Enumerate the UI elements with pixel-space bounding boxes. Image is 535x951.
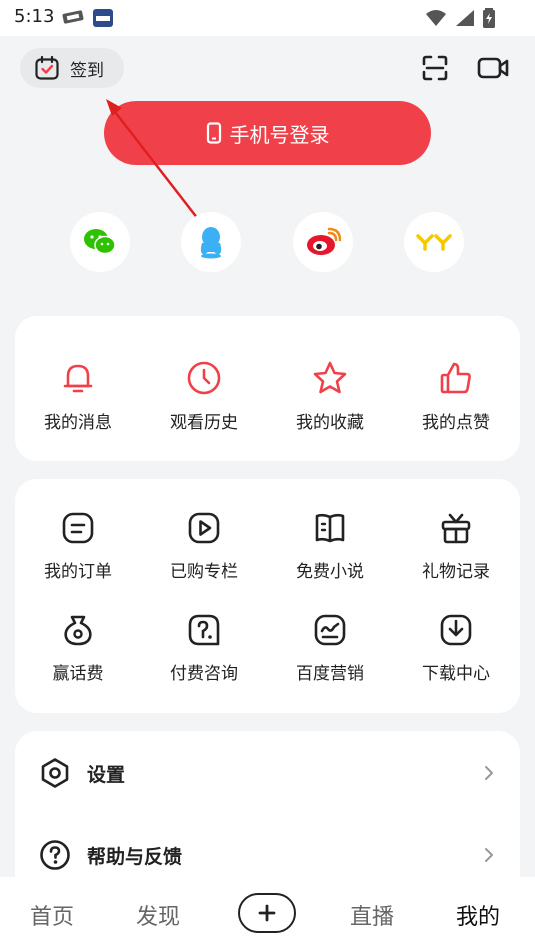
status-time: 5:13 xyxy=(14,6,55,27)
thumbs-up-icon xyxy=(440,362,471,394)
help-icon xyxy=(40,840,70,870)
my-likes-label: 我的点赞 xyxy=(422,413,490,433)
paid-consultation-label: 付费咨询 xyxy=(170,664,238,684)
weibo-login-button[interactable] xyxy=(293,212,353,272)
marketing-icon xyxy=(314,614,346,646)
star-icon xyxy=(313,361,347,394)
yy-icon xyxy=(416,234,452,251)
social-login-row xyxy=(0,212,535,272)
yy-login-button[interactable] xyxy=(404,212,464,272)
baidu-marketing-button[interactable]: 百度营销 xyxy=(267,613,393,684)
tab-mine[interactable]: 我的 xyxy=(456,899,500,931)
checkin-label: 签到 xyxy=(70,60,104,81)
watch-history-button[interactable]: 观看历史 xyxy=(141,360,267,433)
settings-icon xyxy=(41,758,69,788)
my-favorites-label: 我的收藏 xyxy=(296,413,364,433)
clock-icon xyxy=(187,361,221,395)
chevron-right-icon xyxy=(485,848,493,862)
purchased-columns-label: 已购专栏 xyxy=(170,562,238,582)
money-bag-icon xyxy=(64,615,92,646)
notification-ticket-icon xyxy=(62,10,84,24)
phone-login-button[interactable]: 手机号登录 xyxy=(104,101,431,165)
my-messages-label: 我的消息 xyxy=(44,413,112,433)
download-center-button[interactable]: 下载中心 xyxy=(393,613,519,684)
wechat-login-button[interactable] xyxy=(70,212,130,272)
win-phone-credit-label: 赢话费 xyxy=(52,664,104,684)
win-phone-credit-button[interactable]: 赢话费 xyxy=(15,613,141,684)
gift-records-button[interactable]: 礼物记录 xyxy=(393,511,519,582)
qq-icon xyxy=(200,227,222,259)
calendar-check-icon xyxy=(35,55,59,80)
qq-login-button[interactable] xyxy=(181,212,241,272)
bottom-tab-bar: 首页 发现 直播 我的 xyxy=(0,877,535,951)
tab-home[interactable]: 首页 xyxy=(30,899,74,931)
status-bar: 5:13 xyxy=(0,0,535,36)
my-orders-button[interactable]: 我的订单 xyxy=(15,511,141,582)
free-novels-button[interactable]: 免费小说 xyxy=(267,511,393,582)
download-center-label: 下载中心 xyxy=(422,664,490,684)
publish-button[interactable] xyxy=(238,893,296,933)
tab-discover[interactable]: 发现 xyxy=(136,899,180,931)
help-feedback-row[interactable]: 帮助与反馈 xyxy=(15,825,520,885)
battery-icon xyxy=(483,8,495,28)
plus-icon xyxy=(258,904,276,922)
download-icon xyxy=(440,614,472,646)
my-likes-button[interactable]: 我的点赞 xyxy=(393,360,519,433)
signal-icon xyxy=(456,10,474,26)
weibo-icon xyxy=(307,227,341,255)
quick-actions-card: 我的消息 观看历史 我的收藏 我的点赞 xyxy=(15,316,520,461)
bell-icon xyxy=(63,364,93,393)
baidu-marketing-label: 百度营销 xyxy=(296,664,364,684)
scan-icon[interactable] xyxy=(421,54,449,82)
phone-login-label: 手机号登录 xyxy=(229,122,330,147)
phone-icon xyxy=(206,122,221,144)
wechat-icon xyxy=(84,229,116,255)
notification-app-icon xyxy=(93,9,113,27)
book-icon xyxy=(315,513,345,543)
free-novels-label: 免费小说 xyxy=(296,562,364,582)
order-icon xyxy=(62,512,94,544)
settings-row[interactable]: 设置 xyxy=(15,743,520,803)
menu-card: 设置 帮助与反馈 xyxy=(15,731,520,901)
watch-history-label: 观看历史 xyxy=(170,413,238,433)
consult-icon xyxy=(188,614,220,646)
settings-label: 设置 xyxy=(87,763,126,786)
gift-records-label: 礼物记录 xyxy=(422,562,490,582)
my-messages-button[interactable]: 我的消息 xyxy=(15,360,141,433)
purchased-columns-button[interactable]: 已购专栏 xyxy=(141,511,267,582)
gift-icon xyxy=(441,513,471,544)
tab-live[interactable]: 直播 xyxy=(350,899,394,931)
services-card: 我的订单 已购专栏 免费小说 礼物记录 赢话费 付费咨询 百度营销 下载中心 xyxy=(15,479,520,713)
my-orders-label: 我的订单 xyxy=(44,562,112,582)
help-feedback-label: 帮助与反馈 xyxy=(87,845,183,868)
paid-consultation-button[interactable]: 付费咨询 xyxy=(141,613,267,684)
chevron-right-icon xyxy=(485,766,493,780)
checkin-button[interactable]: 签到 xyxy=(20,48,124,88)
wifi-icon xyxy=(426,10,446,26)
my-favorites-button[interactable]: 我的收藏 xyxy=(267,360,393,433)
video-camera-icon[interactable] xyxy=(477,54,509,82)
play-icon xyxy=(188,512,220,544)
